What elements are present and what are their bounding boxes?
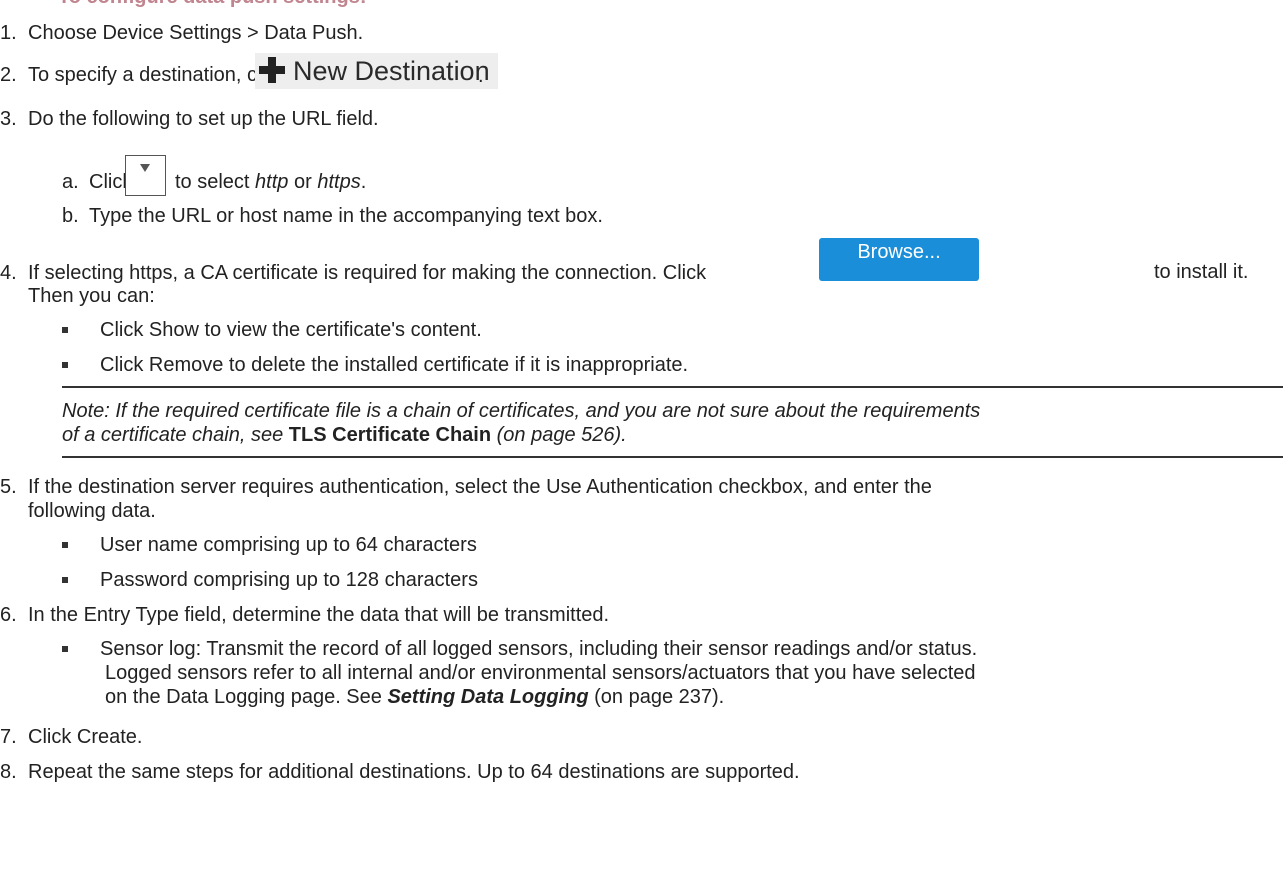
bullet-icon bbox=[62, 362, 68, 368]
sub-text: . bbox=[360, 171, 367, 193]
step-3a-rest: to select http or https. bbox=[175, 170, 366, 194]
note-line-1: Note: If the required certificate file i… bbox=[62, 400, 981, 422]
new-destination-label: New Destination bbox=[293, 56, 490, 86]
note-top-rule bbox=[62, 386, 1283, 388]
bullet-text: on the Data Logging page. See bbox=[105, 686, 382, 708]
bullet-text: Click Show to view the certificate's con… bbox=[100, 319, 482, 341]
bullet-text: Click Remove to delete the installed cer… bbox=[100, 354, 689, 376]
step-text: If selecting https, a CA certificate is … bbox=[28, 262, 707, 284]
bullet-icon bbox=[62, 646, 68, 652]
step-text: Click Create. bbox=[28, 726, 143, 748]
sub-text: Type the URL or host name in the accompa… bbox=[89, 205, 603, 227]
step-text: Choose Device Settings > Data Push. bbox=[28, 22, 364, 44]
sub-text: or bbox=[293, 171, 312, 193]
step-text: If the destination server requires authe… bbox=[28, 476, 932, 498]
step-number: 6. bbox=[0, 604, 17, 626]
step-text-end: to install it. bbox=[1154, 261, 1249, 283]
sub-text: to select bbox=[175, 171, 250, 193]
step-number: 2. bbox=[0, 64, 17, 86]
bullet-text: User name comprising up to 64 characters bbox=[100, 534, 477, 556]
step-4-line2: Then you can: bbox=[28, 285, 155, 307]
step-number: 7. bbox=[0, 726, 17, 748]
triangle-down-icon bbox=[140, 164, 150, 172]
step-text: Repeat the same steps for additional des… bbox=[28, 761, 800, 783]
step-number: 1. bbox=[0, 22, 17, 44]
note-bottom-rule bbox=[62, 456, 1283, 458]
bullet-icon bbox=[62, 577, 68, 583]
step-text: To specify a destination, click bbox=[28, 64, 286, 86]
step-5-line2: following data. bbox=[28, 500, 156, 522]
bullet-text: (on page 237). bbox=[594, 686, 725, 708]
step-number: 3. bbox=[0, 108, 17, 130]
new-destination-button[interactable]: New Destination bbox=[255, 53, 498, 89]
step-text-end: . bbox=[478, 65, 484, 87]
sub-label: a. bbox=[62, 171, 79, 193]
step-number: 4. bbox=[0, 262, 17, 284]
setting-data-logging-link[interactable]: Setting Data Logging bbox=[387, 686, 588, 708]
http-option: http bbox=[255, 171, 289, 193]
browse-button[interactable]: Browse... bbox=[819, 238, 979, 281]
note-text: (on page 526). bbox=[496, 424, 627, 446]
https-option: https bbox=[317, 171, 361, 193]
plus-icon bbox=[259, 57, 285, 83]
step-text: In the Entry Type field, determine the d… bbox=[28, 604, 610, 626]
section-heading: To configure data push settings: bbox=[58, 0, 367, 9]
sub-label: b. bbox=[62, 205, 79, 227]
note-line-2: of a certificate chain, see TLS Certific… bbox=[62, 423, 627, 447]
bullet-text-line2: Logged sensors refer to all internal and… bbox=[105, 662, 976, 684]
bullet-icon bbox=[62, 327, 68, 333]
step-text: Do the following to set up the URL field… bbox=[28, 108, 379, 130]
step-number: 5. bbox=[0, 476, 17, 498]
bullet-text-line3: on the Data Logging page. See Setting Da… bbox=[105, 685, 724, 709]
dropdown-button[interactable] bbox=[125, 155, 166, 196]
bullet-text: Password comprising up to 128 characters bbox=[100, 569, 478, 591]
bullet-icon bbox=[62, 542, 68, 548]
bullet-text: Sensor log: Transmit the record of all l… bbox=[100, 638, 978, 660]
note-text: of a certificate chain, see bbox=[62, 424, 284, 446]
step-number: 8. bbox=[0, 761, 17, 783]
tls-certificate-chain-link[interactable]: TLS Certificate Chain bbox=[289, 424, 491, 446]
